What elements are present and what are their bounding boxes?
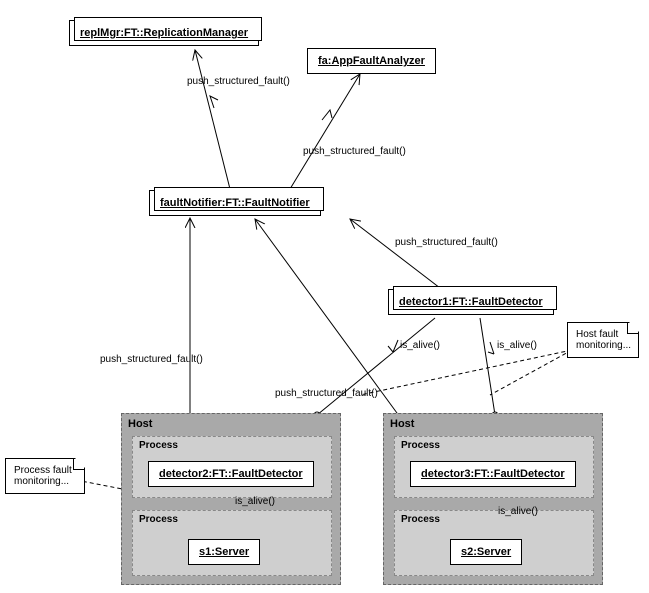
process-label: Process [401, 514, 440, 525]
host-container-1: Host Process detector2:FT::FaultDetector… [121, 413, 341, 585]
msg-is-alive: is_alive() [235, 496, 275, 507]
object-label: detector2:FT::FaultDetector [159, 468, 303, 480]
host-label: Host [128, 418, 152, 430]
process-label: Process [401, 440, 440, 451]
object-detector1: detector1:FT::FaultDetector [388, 289, 554, 315]
object-fa: fa:AppFaultAnalyzer [307, 48, 436, 74]
object-label: fa:AppFaultAnalyzer [318, 55, 425, 67]
msg-is-alive: is_alive() [497, 340, 537, 351]
msg-push-structured-fault: push_structured_fault() [275, 388, 378, 399]
note-process-fault: Process fault monitoring... [5, 458, 85, 494]
object-s1: s1:Server [188, 539, 260, 565]
object-label: s1:Server [199, 546, 249, 558]
process-container: Process detector3:FT::FaultDetector [394, 436, 594, 498]
msg-push-structured-fault: push_structured_fault() [395, 237, 498, 248]
note-text: Process fault monitoring... [14, 465, 72, 487]
process-container: Process detector2:FT::FaultDetector [132, 436, 332, 498]
msg-is-alive: is_alive() [400, 340, 440, 351]
object-s2: s2:Server [450, 539, 522, 565]
object-label: detector1:FT::FaultDetector [399, 296, 543, 308]
object-replMgr: replMgr:FT::ReplicationManager [69, 20, 259, 46]
process-container: Process s2:Server [394, 510, 594, 576]
msg-is-alive: is_alive() [498, 506, 538, 517]
object-detector3: detector3:FT::FaultDetector [410, 461, 576, 487]
process-container: Process s1:Server [132, 510, 332, 576]
object-label: faultNotifier:FT::FaultNotifier [160, 197, 310, 209]
note-text: Host fault monitoring... [576, 329, 631, 351]
object-label: replMgr:FT::ReplicationManager [80, 27, 248, 39]
host-container-2: Host Process detector3:FT::FaultDetector… [383, 413, 603, 585]
msg-push-structured-fault: push_structured_fault() [187, 76, 290, 87]
msg-push-structured-fault: push_structured_fault() [303, 146, 406, 157]
object-detector2: detector2:FT::FaultDetector [148, 461, 314, 487]
note-host-fault: Host fault monitoring... [567, 322, 639, 358]
object-label: detector3:FT::FaultDetector [421, 468, 565, 480]
process-label: Process [139, 440, 178, 451]
process-label: Process [139, 514, 178, 525]
msg-push-structured-fault: push_structured_fault() [100, 354, 203, 365]
object-label: s2:Server [461, 546, 511, 558]
object-faultNotifier: faultNotifier:FT::FaultNotifier [149, 190, 321, 216]
host-label: Host [390, 418, 414, 430]
